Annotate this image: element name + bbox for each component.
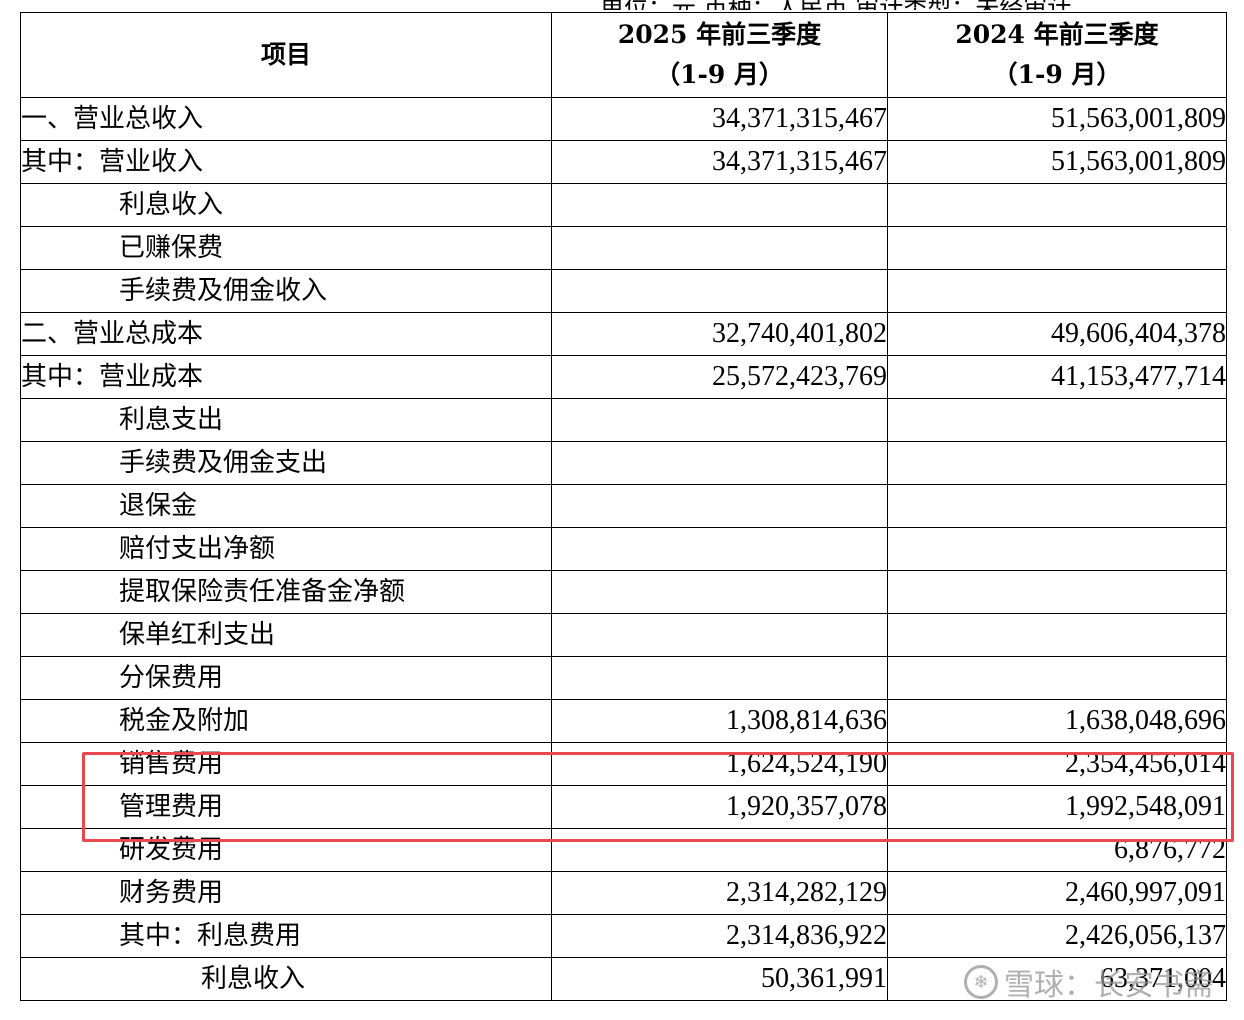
value-2024: 2,460,997,091 [887,871,1227,915]
value-2024: 51,563,001,809 [887,97,1227,141]
table-row: 其中：营业成本 25,572,423,769 41,153,477,714 [20,355,1227,399]
table-row: 手续费及佣金支出 [20,441,1227,485]
value-2024: 49,606,404,378 [887,312,1227,356]
row-label: 二、营业总成本 [20,312,552,356]
value-2024 [887,570,1227,614]
value-2025 [551,226,888,270]
table-row: 利息收入 [20,183,1227,227]
value-2025: 1,920,357,078 [551,785,888,829]
value-2024 [887,226,1227,270]
row-label: 研发费用 [20,828,552,872]
income-statement-table: 项目 2025 年前三季度 （1-9 月） 2024 年前三季度 （1-9 月）… [20,12,1227,1001]
row-label: 退保金 [20,484,552,528]
row-label: 其中：营业收入 [20,140,552,184]
row-label: 手续费及佣金收入 [20,269,552,313]
header-2024: 2024 年前三季度 （1-9 月） [887,12,1227,98]
table-row-highlighted: 销售费用 1,624,524,190 2,354,456,014 [20,742,1227,786]
value-2024 [887,398,1227,442]
header-2025: 2025 年前三季度 （1-9 月） [551,12,888,98]
header-item: 项目 [20,12,552,98]
row-label: 销售费用 [20,742,552,786]
row-label: 利息支出 [20,398,552,442]
table-row: 保单红利支出 [20,613,1227,657]
top-fragment-text: 单位：元 币种：人民币 审计类型：未经审计 [600,0,1240,10]
watermark: ❄ 雪球：长安书斋 [964,960,1214,1004]
row-label: 管理费用 [20,785,552,829]
value-2025: 32,740,401,802 [551,312,888,356]
value-2025: 2,314,836,922 [551,914,888,958]
value-2025: 34,371,315,467 [551,140,888,184]
row-label: 保单红利支出 [20,613,552,657]
table-row: 分保费用 [20,656,1227,700]
value-2024: 41,153,477,714 [887,355,1227,399]
value-2024: 51,563,001,809 [887,140,1227,184]
value-2024 [887,613,1227,657]
row-label: 利息收入 [20,183,552,227]
header-2025-months: （1-9 月） [655,60,784,89]
value-2025: 50,361,991 [551,957,888,1001]
row-label: 其中：营业成本 [20,355,552,399]
table-row: 提取保险责任准备金净额 [20,570,1227,614]
row-label: 分保费用 [20,656,552,700]
snowball-logo-icon: ❄ [964,965,998,999]
table-row: 研发费用 6,876,772 [20,828,1227,872]
value-2024: 2,354,456,014 [887,742,1227,786]
row-label: 税金及附加 [20,699,552,743]
value-2025 [551,441,888,485]
value-2024 [887,269,1227,313]
table-row: 退保金 [20,484,1227,528]
row-label: 提取保险责任准备金净额 [20,570,552,614]
value-2024: 1,638,048,696 [887,699,1227,743]
value-2024 [887,484,1227,528]
table-row: 手续费及佣金收入 [20,269,1227,313]
row-label: 一、营业总收入 [20,97,552,141]
row-label: 财务费用 [20,871,552,915]
value-2024: 1,992,548,091 [887,785,1227,829]
header-2025-period: 2025 年前三季度 [617,20,822,49]
table-row: 财务费用 2,314,282,129 2,460,997,091 [20,871,1227,915]
value-2025 [551,656,888,700]
header-2024-period: 2024 年前三季度 [955,20,1159,49]
table-header-row: 项目 2025 年前三季度 （1-9 月） 2024 年前三季度 （1-9 月） [20,12,1227,98]
value-2024 [887,441,1227,485]
table-row: 已赚保费 [20,226,1227,270]
value-2024: 2,426,056,137 [887,914,1227,958]
row-label: 手续费及佣金支出 [20,441,552,485]
value-2025 [551,613,888,657]
table-row-highlighted: 管理费用 1,920,357,078 1,992,548,091 [20,785,1227,829]
table-row: 其中：利息费用 2,314,836,922 2,426,056,137 [20,914,1227,958]
value-2024 [887,656,1227,700]
value-2025 [551,828,888,872]
row-label: 其中：利息费用 [20,914,552,958]
row-label: 利息收入 [20,957,552,1001]
header-2024-months: （1-9 月） [992,60,1122,89]
table-row: 其中：营业收入 34,371,315,467 51,563,001,809 [20,140,1227,184]
value-2025: 1,308,814,636 [551,699,888,743]
table-row: 税金及附加 1,308,814,636 1,638,048,696 [20,699,1227,743]
table-row: 利息支出 [20,398,1227,442]
value-2025: 25,572,423,769 [551,355,888,399]
row-label: 赔付支出净额 [20,527,552,571]
watermark-text: 雪球：长安书斋 [1004,968,1214,1003]
value-2025: 2,314,282,129 [551,871,888,915]
value-2025: 1,624,524,190 [551,742,888,786]
value-2025 [551,570,888,614]
value-2024 [887,183,1227,227]
value-2025 [551,269,888,313]
value-2024: 6,876,772 [887,828,1227,872]
row-label: 已赚保费 [20,226,552,270]
value-2025 [551,398,888,442]
table-row: 一、营业总收入 34,371,315,467 51,563,001,809 [20,97,1227,141]
value-2025: 34,371,315,467 [551,97,888,141]
table-row: 二、营业总成本 32,740,401,802 49,606,404,378 [20,312,1227,356]
value-2025 [551,484,888,528]
value-2024 [887,527,1227,571]
table-row: 赔付支出净额 [20,527,1227,571]
value-2025 [551,183,888,227]
value-2025 [551,527,888,571]
